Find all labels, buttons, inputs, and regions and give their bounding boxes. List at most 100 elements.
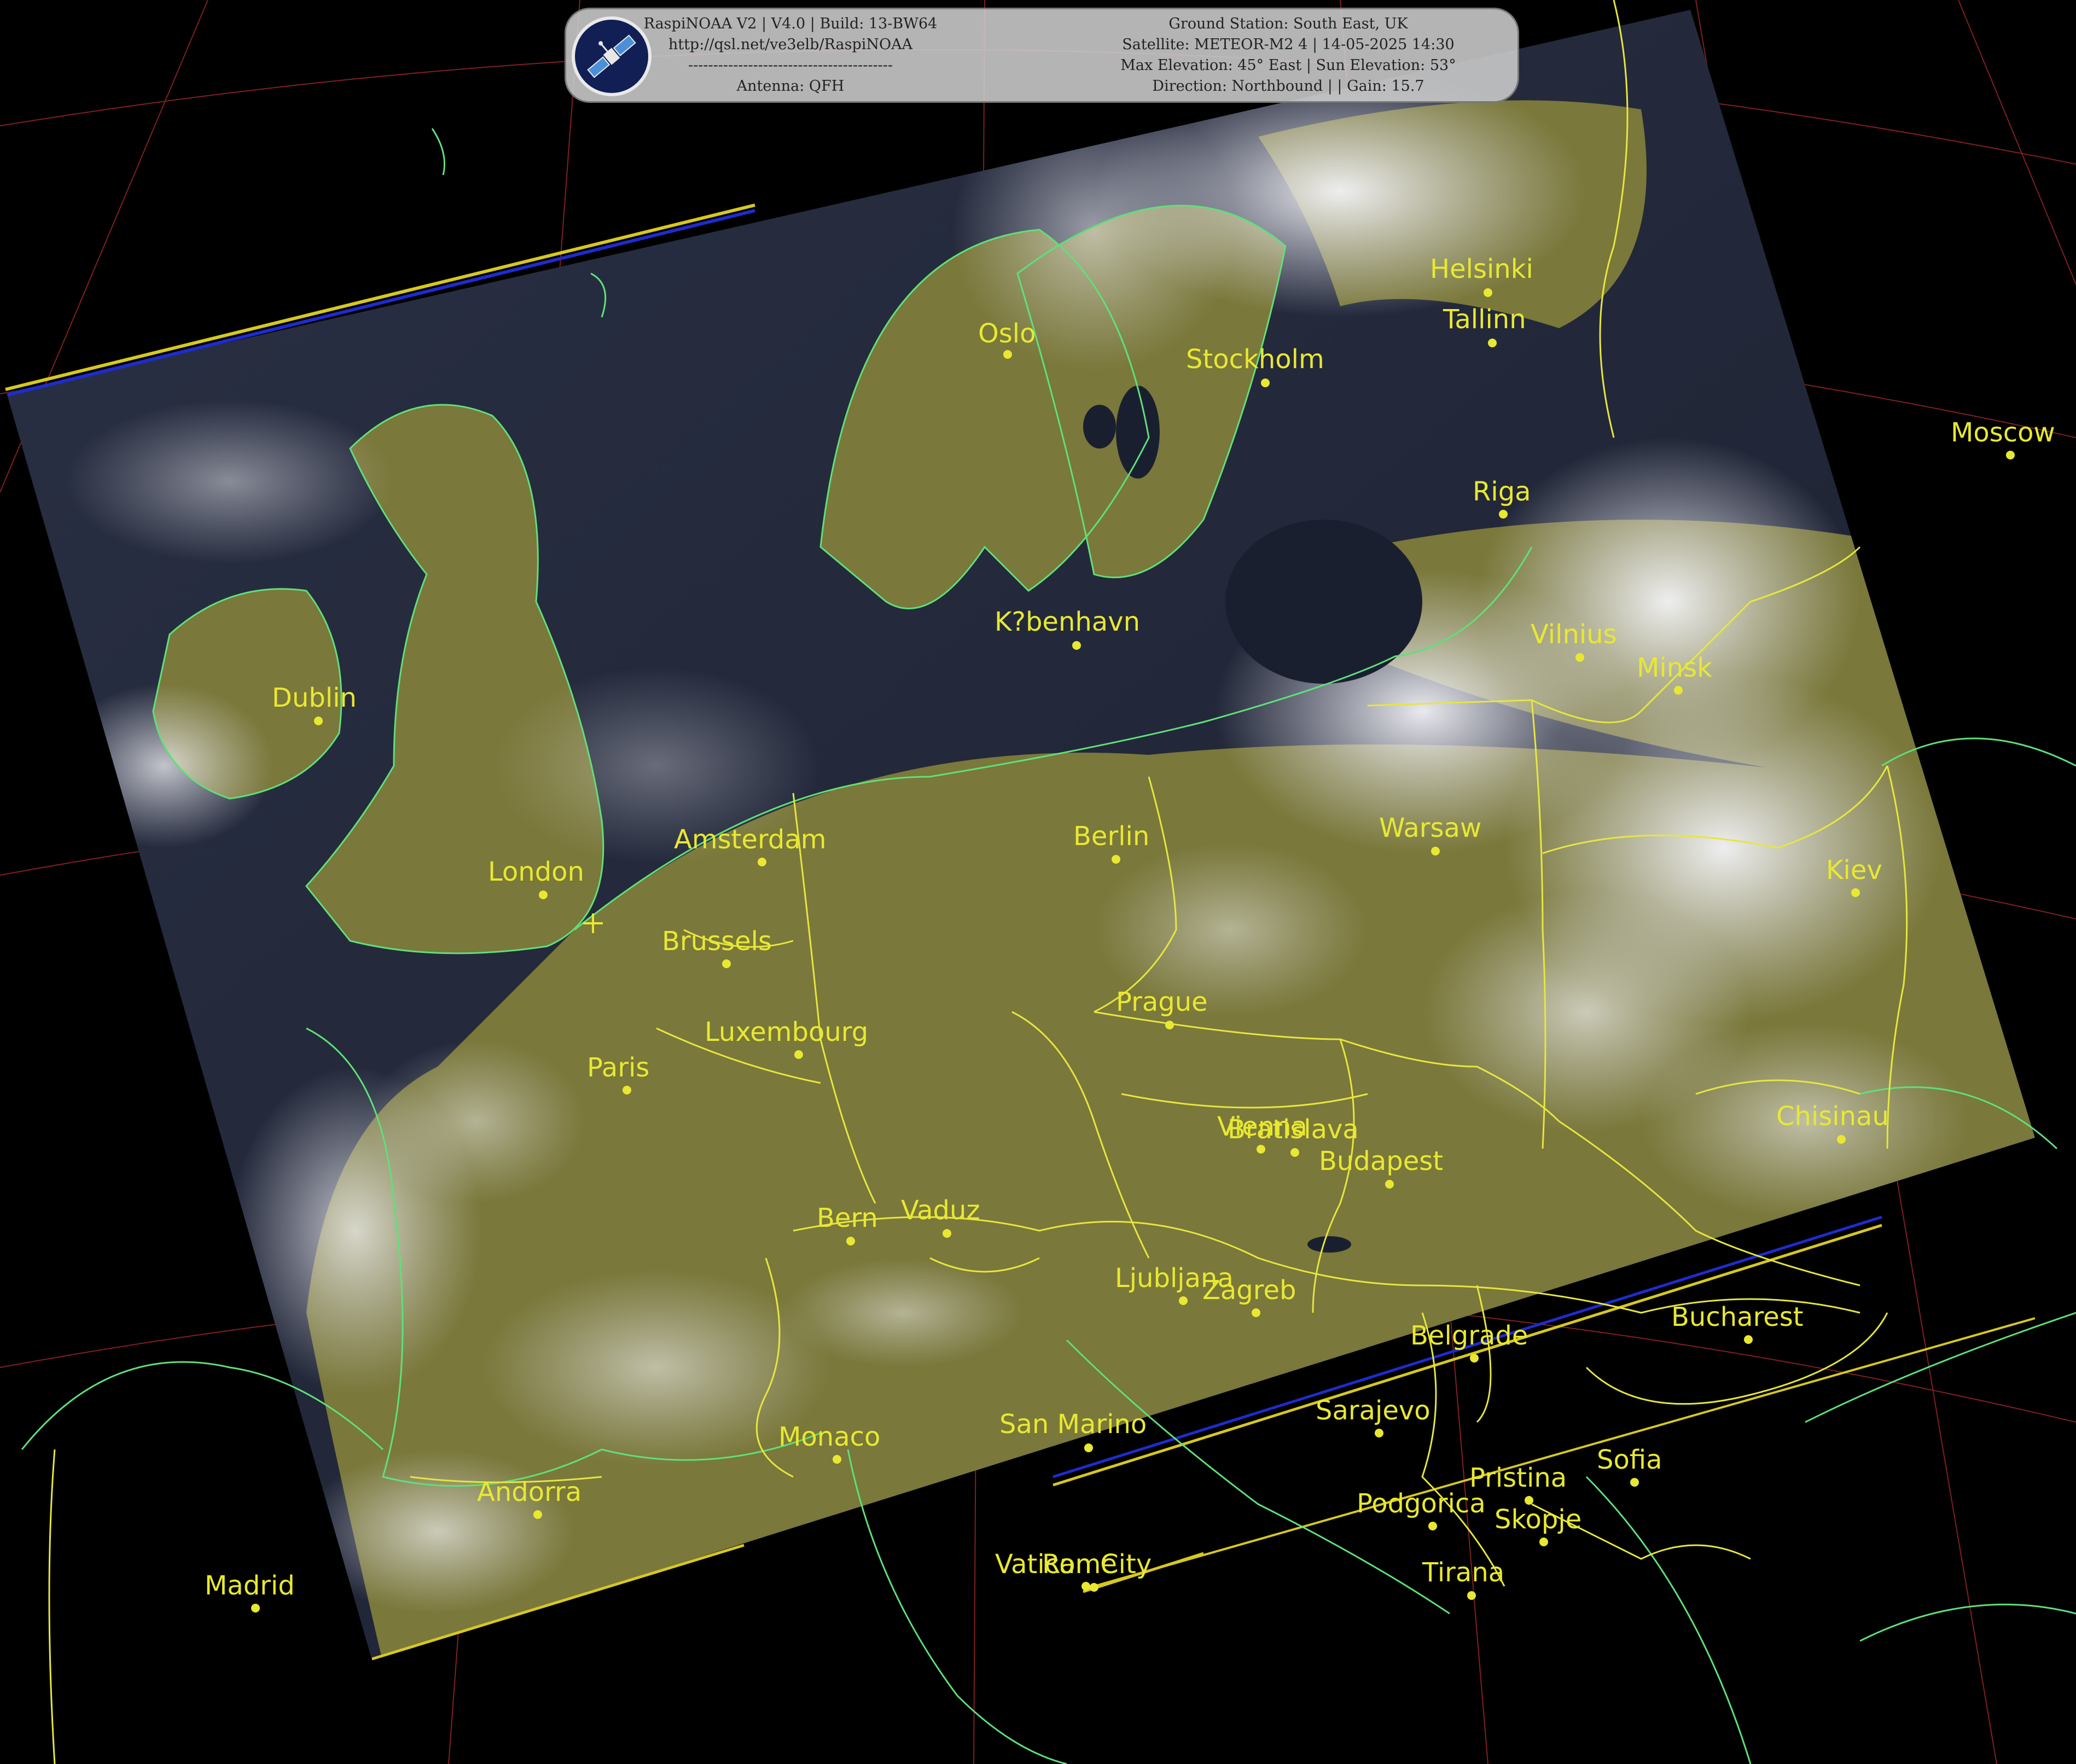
city-label: Moscow — [1951, 417, 2055, 448]
city-label: Minsk — [1637, 653, 1712, 683]
city-dot — [1261, 379, 1270, 387]
city-label: Riga — [1473, 476, 1531, 507]
city-dot — [1630, 1478, 1639, 1487]
city-marker: Skopje — [1495, 1504, 1581, 1546]
city-label: K?benhavn — [995, 607, 1140, 637]
city-label: Skopje — [1495, 1504, 1581, 1535]
city-label: Bucharest — [1671, 1302, 1804, 1332]
city-label: Sofia — [1597, 1445, 1662, 1475]
city-marker: Belgrade — [1410, 1320, 1528, 1363]
city-label: London — [488, 857, 584, 887]
software-version: RaspiNOAA V2 | V4.0 | Build: 13-BW64 — [643, 15, 938, 32]
city-label: Vilnius — [1531, 619, 1617, 650]
city-label: Sarajevo — [1316, 1395, 1430, 1426]
city-dot — [1484, 288, 1492, 297]
city-dot — [2006, 451, 2015, 459]
city-label: Rome — [1042, 1549, 1117, 1580]
city-label: Brussels — [662, 926, 772, 957]
city-label: Madrid — [205, 1570, 295, 1601]
city-marker: Sofia — [1597, 1445, 1662, 1487]
city-dot — [1837, 1135, 1846, 1144]
pass-info-column: Ground Station: South East, UK Satellite… — [1064, 14, 1513, 97]
city-label: Helsinki — [1430, 254, 1533, 284]
city-dot — [1179, 1296, 1188, 1305]
project-url: http://qsl.net/ve3elb/RaspiNOAA — [668, 36, 913, 53]
city-label: Prague — [1116, 987, 1208, 1017]
antenna-info: Antenna: QFH — [736, 78, 845, 95]
city-label: Warsaw — [1379, 813, 1481, 843]
city-dot — [1084, 1443, 1093, 1452]
city-dot — [1744, 1335, 1753, 1344]
city-marker: Moscow — [1951, 417, 2055, 459]
city-label: Bratislava — [1228, 1114, 1359, 1145]
city-marker: Bucharest — [1671, 1302, 1804, 1344]
city-label: Bern — [817, 1203, 878, 1233]
city-label: Stockholm — [1186, 344, 1324, 375]
city-label: Luxembourg — [705, 1017, 868, 1047]
city-label: Monaco — [778, 1422, 880, 1452]
city-dot — [1525, 1496, 1533, 1505]
city-dot — [1575, 653, 1584, 662]
city-dot — [1539, 1538, 1548, 1546]
city-dot — [1090, 1583, 1098, 1592]
city-dot — [1165, 1021, 1174, 1029]
city-label: Paris — [587, 1052, 649, 1083]
satellite-map: Oslo Stockholm Helsinki Tallinn Riga Moscow K?… — [0, 0, 2076, 1764]
city-dot — [533, 1510, 542, 1519]
satellite-info: Satellite: METEOR-M2 4 | 14-05-2025 14:3… — [1122, 36, 1455, 53]
city-dot — [1428, 1522, 1437, 1530]
city-label: Belgrade — [1410, 1320, 1528, 1351]
city-label: Tirana — [1422, 1557, 1504, 1588]
software-info-column: RaspiNOAA V2 | V4.0 | Build: 13-BW64 htt… — [626, 14, 955, 97]
map-canvas: Oslo Stockholm Helsinki Tallinn Riga Moscow K?… — [0, 0, 2076, 1764]
city-label: Podgorica — [1357, 1488, 1486, 1519]
city-dot — [794, 1050, 803, 1059]
city-dot — [722, 959, 731, 968]
city-label: Vaduz — [901, 1195, 980, 1226]
direction-gain-info: Direction: Northbound | | Gain: 15.7 — [1152, 78, 1424, 95]
city-dot — [1290, 1148, 1299, 1157]
city-label: Kiev — [1826, 855, 1882, 886]
city-dot — [1072, 641, 1081, 650]
city-dot — [758, 858, 766, 866]
city-label: Tallinn — [1443, 304, 1526, 335]
ground-station-info: Ground Station: South East, UK — [1168, 15, 1408, 32]
city-dot — [623, 1086, 631, 1095]
city-dot — [1674, 686, 1683, 695]
city-dot — [1385, 1180, 1394, 1189]
city-dot — [1003, 350, 1012, 359]
city-dot — [1112, 855, 1120, 864]
satellite-swath — [7, 10, 2035, 1660]
city-dot — [1851, 888, 1860, 897]
pass-info-panel: RaspiNOAA V2 | V4.0 | Build: 13-BW64 htt… — [565, 8, 1519, 103]
city-dot — [846, 1237, 855, 1245]
city-label: Budapest — [1319, 1146, 1443, 1177]
city-label: San Marino — [999, 1409, 1147, 1440]
city-dot — [1257, 1145, 1265, 1154]
city-dot — [539, 890, 548, 899]
city-dot — [1431, 847, 1440, 855]
city-dot — [1252, 1308, 1260, 1317]
city-dot — [251, 1604, 260, 1612]
city-dot — [1375, 1429, 1383, 1437]
divider-line: ----------------------------------------… — [688, 57, 893, 74]
city-label: Chisinau — [1776, 1101, 1889, 1132]
city-dot — [1488, 339, 1497, 347]
city-dot — [943, 1229, 951, 1238]
city-label: Dublin — [272, 683, 357, 713]
city-marker: Tirana — [1422, 1557, 1504, 1600]
city-label: Berlin — [1073, 821, 1149, 852]
city-label: Oslo — [978, 318, 1036, 349]
city-label: Andorra — [477, 1477, 581, 1507]
city-dot — [1467, 1591, 1476, 1600]
city-dot — [1081, 1582, 1090, 1591]
city-dot — [1499, 510, 1508, 519]
city-label: Zagreb — [1202, 1275, 1296, 1306]
city-dot — [314, 717, 323, 725]
city-marker: Podgorica — [1357, 1488, 1486, 1530]
city-marker: Sarajevo — [1316, 1395, 1430, 1437]
city-dot — [833, 1455, 841, 1464]
city-dot — [1470, 1354, 1479, 1363]
city-label: Amsterdam — [674, 824, 826, 855]
city-marker: Madrid — [205, 1570, 295, 1612]
